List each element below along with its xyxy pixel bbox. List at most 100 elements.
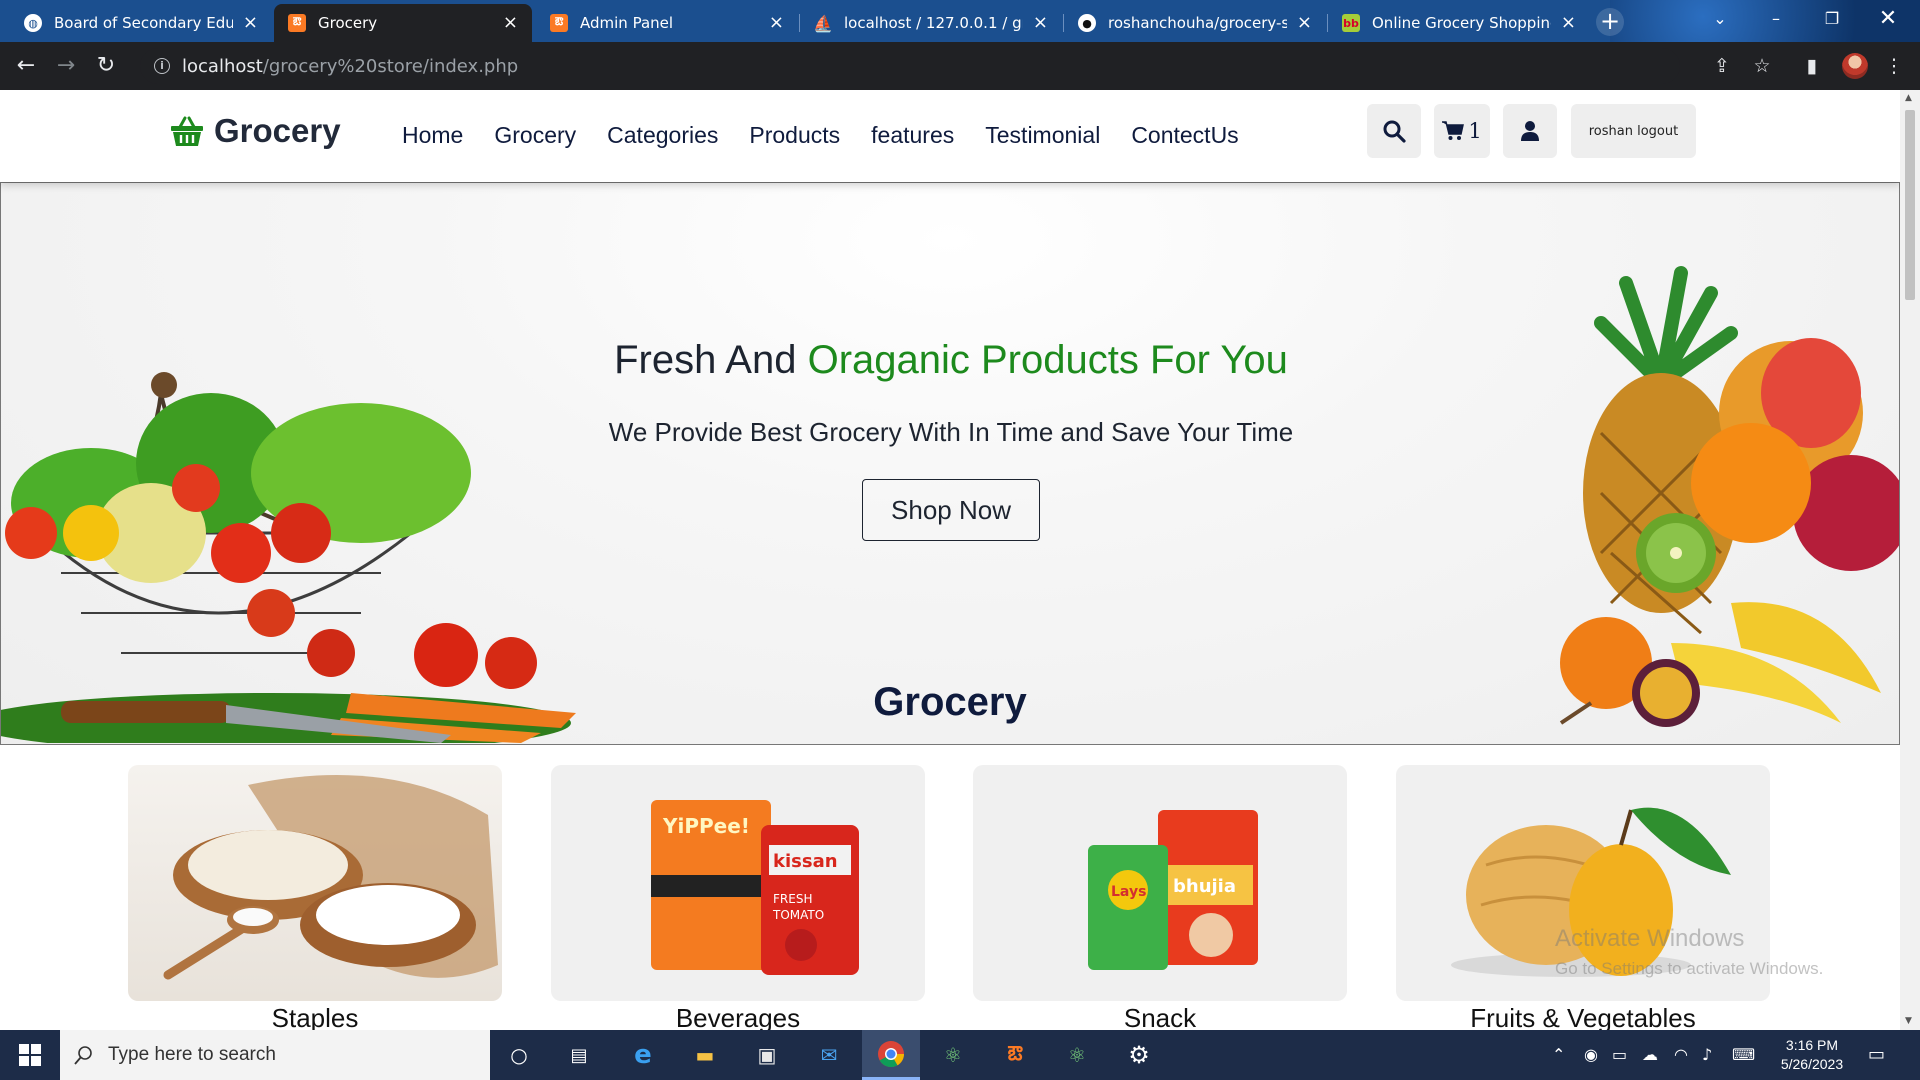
browser-tab-strip: ◍ Board of Secondary Educati × ఔ Grocery… — [0, 0, 1920, 42]
volume-icon[interactable]: ♪ — [1702, 1030, 1712, 1080]
svg-text:YiPPee!: YiPPee! — [662, 814, 750, 838]
nav-testimonial[interactable]: Testimonial — [985, 122, 1100, 149]
store-icon[interactable]: ▣ — [738, 1030, 796, 1080]
close-icon[interactable]: × — [769, 14, 784, 32]
cortana-icon[interactable]: ○ — [490, 1030, 548, 1080]
close-icon[interactable]: × — [1297, 14, 1312, 32]
svg-text:FRESH: FRESH — [773, 892, 812, 906]
logout-button[interactable]: roshan logout — [1571, 104, 1696, 158]
share-icon[interactable]: ⇪ — [1710, 54, 1734, 78]
category-label-snack: Snack — [1123, 1003, 1197, 1030]
onedrive-icon[interactable]: ☁ — [1642, 1030, 1658, 1080]
xampp-icon[interactable]: ఔ — [986, 1030, 1044, 1080]
category-label-beverages: Beverages — [675, 1003, 801, 1030]
user-button[interactable] — [1503, 104, 1557, 158]
bookmark-star-icon[interactable]: ☆ — [1750, 54, 1774, 78]
close-icon[interactable]: × — [1561, 14, 1576, 32]
close-icon[interactable]: × — [243, 14, 258, 32]
scrollbar-thumb[interactable] — [1905, 110, 1915, 300]
hero-title-plain: Fresh And — [614, 338, 797, 382]
nav-grocery[interactable]: Grocery — [494, 122, 576, 149]
svg-text:kissan: kissan — [773, 851, 838, 872]
site-logo[interactable]: Grocery — [170, 112, 341, 150]
nav-products[interactable]: Products — [749, 122, 840, 149]
browser-tab-active[interactable]: ఔ Grocery × — [274, 4, 532, 42]
nav-home[interactable]: Home — [402, 122, 463, 149]
category-card-beverages[interactable]: YiPPee! kissan FRESH TOMATO — [551, 765, 925, 1001]
browser-tab[interactable]: ◍ Board of Secondary Educati × — [10, 4, 272, 42]
browser-tab[interactable]: bb Online Grocery Shopping a × — [1328, 4, 1590, 42]
svg-text:bhujia: bhujia — [1173, 876, 1236, 897]
staples-image — [163, 775, 498, 980]
nav-contact[interactable]: ContectUs — [1131, 122, 1238, 149]
tab-search-icon[interactable]: ⌄ — [1692, 0, 1748, 40]
beverages-image: YiPPee! kissan FRESH TOMATO — [651, 800, 859, 975]
taskbar-clock[interactable]: 3:16 PM 5/26/2023 — [1770, 1036, 1854, 1074]
battery-icon[interactable]: ▭ — [1612, 1030, 1627, 1080]
site-info-icon[interactable]: i — [154, 58, 170, 74]
menu-kebab-icon[interactable]: ⋮ — [1882, 54, 1906, 78]
scroll-down-icon[interactable]: ▼ — [1905, 1016, 1912, 1026]
hero-banner: Fresh And Oraganic Products For You We P… — [0, 182, 1900, 745]
profile-avatar[interactable] — [1842, 53, 1868, 79]
logo-text: Grocery — [214, 112, 341, 149]
close-window-button[interactable]: ✕ — [1860, 0, 1916, 40]
search-button[interactable] — [1367, 104, 1421, 158]
reload-icon[interactable]: ↻ — [92, 52, 120, 80]
scroll-up-icon[interactable]: ▲ — [1905, 93, 1912, 103]
notifications-icon[interactable]: ▭ — [1868, 1030, 1885, 1080]
tab-title: localhost / 127.0.0.1 / groce — [844, 14, 1023, 32]
minimize-button[interactable]: – — [1748, 0, 1804, 40]
taskbar-search-box[interactable]: Type here to search — [60, 1030, 490, 1080]
fruit-pile-image — [1559, 266, 1899, 727]
address-bar[interactable]: i localhost/grocery%20store/index.php — [140, 48, 1680, 84]
xampp-icon: ఔ — [550, 14, 568, 32]
browser-tab[interactable]: ● roshanchouha/grocery-stor × — [1064, 4, 1326, 42]
atom-icon[interactable]: ⚛ — [1048, 1030, 1106, 1080]
browser-tab[interactable]: ఔ Admin Panel × — [536, 4, 798, 42]
watermark-line-2: Go to Settings to activate Windows. — [1555, 959, 1824, 978]
edge-icon[interactable]: e — [614, 1030, 672, 1080]
web-page: Grocery Home Grocery Categories Products… — [0, 90, 1900, 1030]
side-panel-icon[interactable]: ▮ — [1800, 54, 1824, 78]
cart-count: 1 — [1468, 119, 1482, 143]
page-scrollbar[interactable]: ▲ ▼ — [1900, 90, 1920, 1030]
shop-now-button[interactable]: Shop Now — [862, 479, 1040, 541]
url-path: /grocery%20store/index.php — [262, 55, 519, 77]
tab-title: Online Grocery Shopping a — [1372, 14, 1551, 32]
mail-icon[interactable]: ✉ — [800, 1030, 858, 1080]
cart-icon — [1442, 121, 1465, 140]
nav-features[interactable]: features — [871, 122, 954, 149]
start-button[interactable] — [0, 1030, 60, 1080]
browser-tab[interactable]: ⛵ localhost / 127.0.0.1 / groce × — [800, 4, 1062, 42]
grocery-section-title: Grocery — [873, 680, 1027, 724]
site-header: Grocery Home Grocery Categories Products… — [0, 90, 1900, 182]
nav-categories[interactable]: Categories — [607, 122, 718, 149]
back-icon[interactable]: ← — [12, 52, 40, 80]
new-tab-button[interactable]: + — [1596, 8, 1624, 36]
close-icon[interactable]: × — [1033, 14, 1048, 32]
tab-title: Grocery — [318, 14, 378, 32]
category-card-staples[interactable] — [128, 765, 502, 1001]
category-card-snack[interactable]: bhujia Lays — [973, 765, 1347, 1001]
svg-text:TOMATO: TOMATO — [772, 908, 824, 922]
cart-button[interactable]: 1 — [1434, 104, 1490, 158]
chrome-icon[interactable] — [862, 1030, 920, 1080]
bigbasket-icon: bb — [1342, 14, 1360, 32]
windows-activation-watermark: Activate Windows Go to Settings to activ… — [1555, 925, 1823, 979]
keyboard-icon[interactable]: ⌨ — [1732, 1030, 1755, 1080]
forward-icon[interactable]: → — [52, 52, 80, 80]
record-icon[interactable]: ◉ — [1584, 1030, 1598, 1080]
close-icon[interactable]: × — [503, 14, 518, 32]
category-label-fruits-vegetables: Fruits & Vegetables — [1470, 1003, 1696, 1030]
watermark-line-1: Activate Windows — [1555, 925, 1745, 952]
restore-button[interactable]: ❐ — [1804, 0, 1860, 40]
file-explorer-icon[interactable]: ▬ — [676, 1030, 734, 1080]
search-icon — [74, 1046, 92, 1065]
atom-icon[interactable]: ⚛ — [924, 1030, 982, 1080]
globe-icon: ◍ — [24, 14, 42, 32]
settings-gear-icon[interactable]: ⚙ — [1110, 1030, 1168, 1080]
show-hidden-icons-icon[interactable]: ⌃ — [1552, 1030, 1565, 1080]
wifi-icon[interactable]: ◠ — [1674, 1030, 1688, 1080]
task-view-icon[interactable]: ▤ — [550, 1030, 608, 1080]
